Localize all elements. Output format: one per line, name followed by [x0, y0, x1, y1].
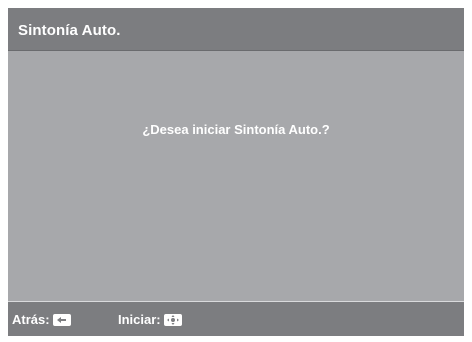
- dpad-center-icon: [163, 313, 182, 326]
- start-label: Iniciar:: [118, 312, 161, 327]
- start-hint[interactable]: Iniciar:: [118, 312, 182, 327]
- back-label: Atrás:: [12, 312, 50, 327]
- auto-tuning-screen: Sintonía Auto. ¿Desea iniciar Sintonía A…: [8, 8, 464, 336]
- return-arrow-icon: [52, 313, 71, 326]
- screen-title: Sintonía Auto.: [18, 22, 121, 39]
- title-bar: Sintonía Auto.: [8, 8, 464, 51]
- confirmation-message: ¿Desea iniciar Sintonía Auto.?: [142, 122, 330, 137]
- back-hint[interactable]: Atrás:: [12, 312, 71, 327]
- footer-bar: Atrás: Iniciar:: [8, 301, 464, 336]
